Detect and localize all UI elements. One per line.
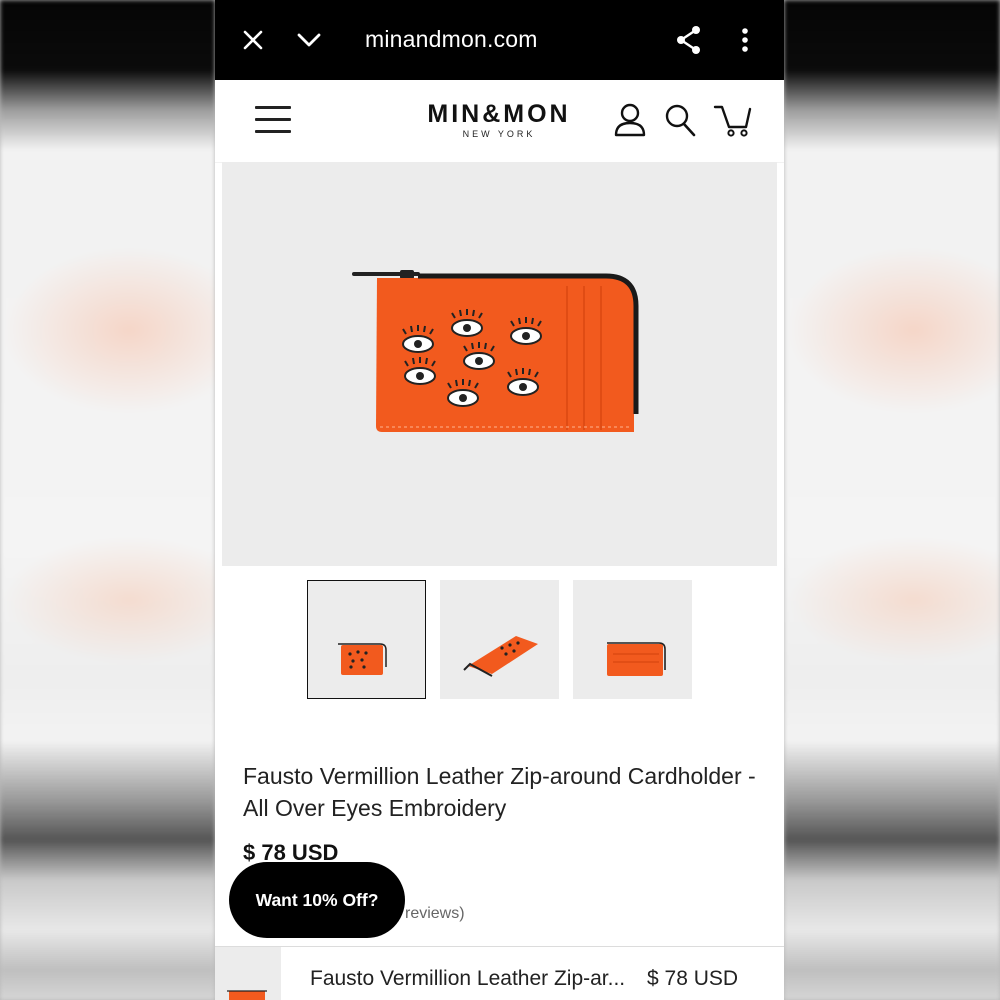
more-vert-icon[interactable] xyxy=(729,24,761,56)
thumbnail-back[interactable] xyxy=(573,580,692,699)
hamburger-icon[interactable] xyxy=(255,106,291,136)
discount-popup-button[interactable]: Want 10% Off? xyxy=(229,862,405,938)
sticky-add-to-cart-bar: Fausto Vermillion Leather Zip-ar... $ 78… xyxy=(215,946,784,1000)
logo-sub-text: NEW YORK xyxy=(462,129,536,139)
close-icon[interactable] xyxy=(237,24,269,56)
url-text[interactable]: minandmon.com xyxy=(365,26,538,53)
cardholder-image xyxy=(352,270,639,432)
chevron-down-icon[interactable] xyxy=(293,24,325,56)
site-header: MIN&MON NEW YORK xyxy=(215,80,784,163)
sticky-product-name: Fausto Vermillion Leather Zip-ar... xyxy=(310,967,626,990)
thumbnail-front[interactable] xyxy=(307,580,426,699)
backdrop-left xyxy=(0,0,215,1000)
thumbnail-angled[interactable] xyxy=(440,580,559,699)
search-icon[interactable] xyxy=(663,102,699,142)
browser-toolbar: minandmon.com xyxy=(215,0,784,80)
logo-main-text: MIN&MON xyxy=(427,100,571,128)
product-title: Fausto Vermillion Leather Zip-around Car… xyxy=(243,763,756,821)
sticky-product-price: $ 78 USD xyxy=(647,967,739,990)
product-main-image[interactable] xyxy=(222,162,777,566)
cart-icon[interactable] xyxy=(713,102,752,142)
sticky-thumbnail xyxy=(215,947,281,1000)
brand-logo[interactable]: MIN&MON NEW YORK xyxy=(413,100,585,139)
user-icon[interactable] xyxy=(613,102,649,142)
share-icon[interactable] xyxy=(673,24,705,56)
reviews-link[interactable]: reviews) xyxy=(405,905,465,923)
backdrop-right xyxy=(784,0,1000,1000)
phone-screen: minandmon.com MIN&MON NEW YORK Fausto Ve… xyxy=(215,0,784,1000)
